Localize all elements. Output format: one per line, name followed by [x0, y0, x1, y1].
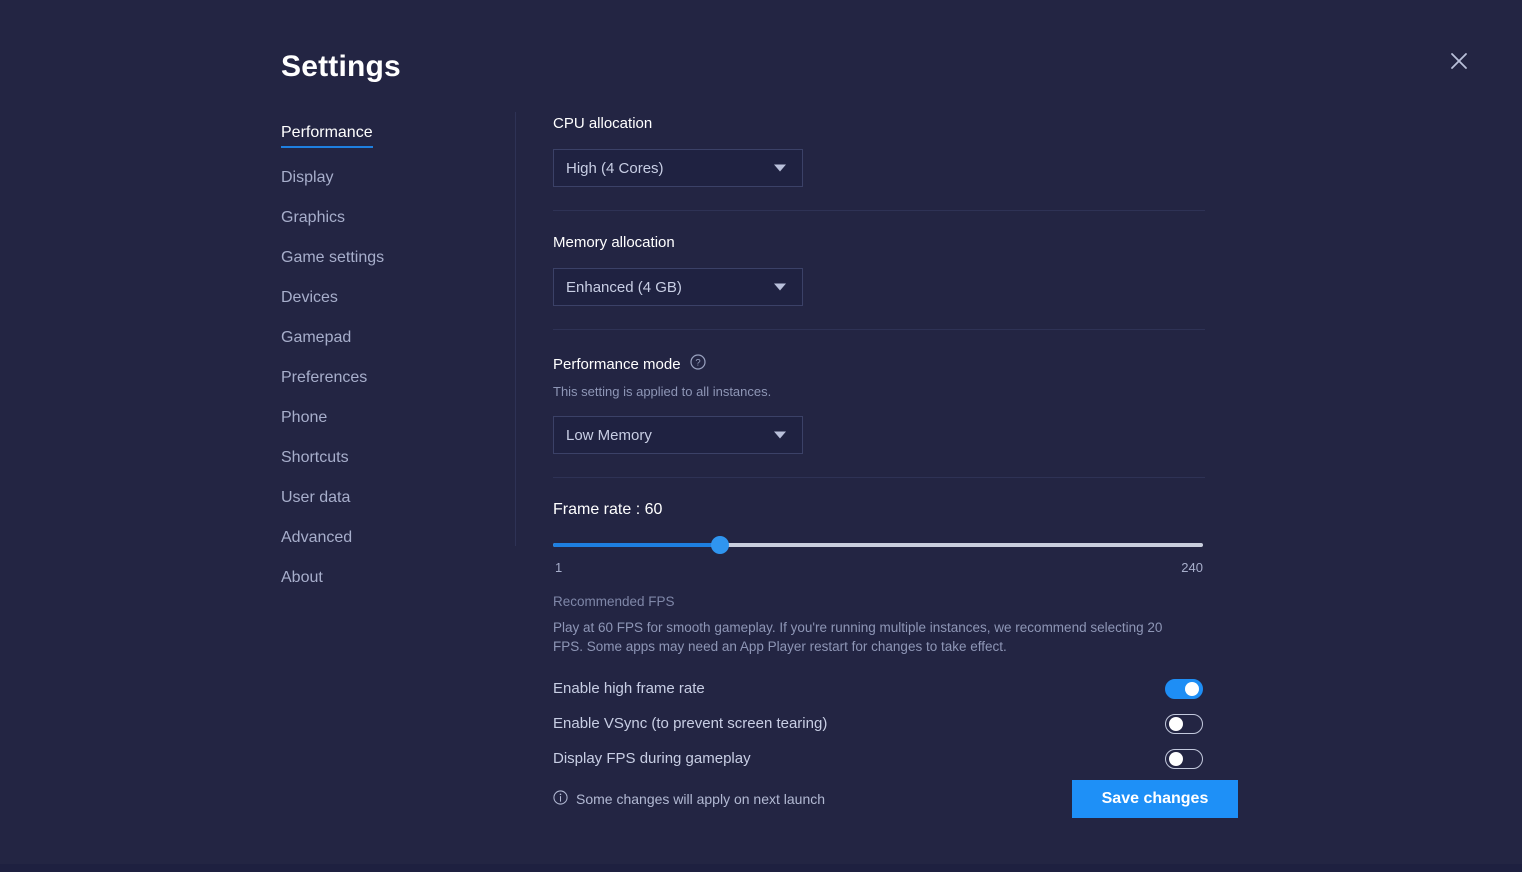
frame-rate-slider[interactable]	[553, 537, 1203, 553]
sidebar-item-shortcuts[interactable]: Shortcuts	[281, 450, 349, 468]
toggle-knob	[1169, 717, 1183, 731]
memory-allocation-value: Enhanced (4 GB)	[566, 279, 682, 296]
help-circle-icon[interactable]: ?	[690, 354, 706, 375]
close-icon[interactable]	[1443, 45, 1475, 77]
sidebar-separator	[515, 112, 516, 546]
settings-window: Settings Performance Display Graphics Ga…	[0, 0, 1522, 872]
toggle-high-frame-rate[interactable]	[1165, 679, 1203, 699]
settings-footer: Some changes will apply on next launch S…	[553, 780, 1238, 818]
sidebar-item-phone[interactable]: Phone	[281, 410, 327, 428]
sidebar-item-preferences[interactable]: Preferences	[281, 370, 367, 388]
footer-note-text: Some changes will apply on next launch	[576, 791, 825, 807]
frame-rate-label: Frame rate : 60	[553, 502, 1205, 518]
toggle-display-fps[interactable]	[1165, 749, 1203, 769]
bottom-strip	[0, 864, 1522, 872]
save-changes-button[interactable]: Save changes	[1072, 780, 1238, 818]
cpu-allocation-section: CPU allocation High (4 Cores)	[553, 116, 1205, 210]
toggle-list: Enable high frame rate Enable VSync (to …	[553, 671, 1205, 776]
chevron-down-icon	[774, 432, 786, 439]
cpu-allocation-value: High (4 Cores)	[566, 160, 664, 177]
memory-allocation-dropdown[interactable]: Enhanced (4 GB)	[553, 268, 803, 306]
sidebar-item-performance[interactable]: Performance	[281, 125, 373, 148]
memory-allocation-label: Memory allocation	[553, 235, 1205, 250]
svg-text:?: ?	[695, 358, 700, 369]
sidebar-item-about[interactable]: About	[281, 570, 323, 588]
sidebar-item-game-settings[interactable]: Game settings	[281, 250, 384, 268]
toggle-knob	[1169, 752, 1183, 766]
toggle-vsync[interactable]	[1165, 714, 1203, 734]
sidebar-item-devices[interactable]: Devices	[281, 290, 338, 308]
slider-max-label: 240	[1181, 560, 1203, 575]
settings-content: CPU allocation High (4 Cores) Memory all…	[553, 116, 1205, 776]
sidebar-item-advanced[interactable]: Advanced	[281, 530, 352, 548]
chevron-down-icon	[774, 165, 786, 172]
toggle-row-display-fps: Display FPS during gameplay	[553, 741, 1203, 776]
performance-mode-dropdown[interactable]: Low Memory	[553, 416, 803, 454]
slider-fill	[553, 543, 719, 547]
toggle-knob	[1185, 682, 1199, 696]
cpu-allocation-label: CPU allocation	[553, 116, 1205, 131]
chevron-down-icon	[774, 284, 786, 291]
sidebar-item-graphics[interactable]: Graphics	[281, 210, 345, 228]
slider-thumb[interactable]	[711, 536, 729, 554]
sidebar-item-display[interactable]: Display	[281, 170, 333, 188]
performance-mode-note: This setting is applied to all instances…	[553, 385, 1205, 398]
toggle-label: Enable VSync (to prevent screen tearing)	[553, 715, 827, 732]
footer-note: Some changes will apply on next launch	[553, 790, 825, 808]
performance-mode-section: Performance mode ? This setting is appli…	[553, 330, 1205, 477]
toggle-row-vsync: Enable VSync (to prevent screen tearing)	[553, 706, 1203, 741]
performance-mode-label: Performance mode	[553, 357, 681, 372]
recommended-fps-body: Play at 60 FPS for smooth gameplay. If y…	[553, 618, 1185, 658]
info-circle-icon	[553, 790, 568, 808]
memory-allocation-section: Memory allocation Enhanced (4 GB)	[553, 211, 1205, 329]
cpu-allocation-dropdown[interactable]: High (4 Cores)	[553, 149, 803, 187]
toggle-label: Display FPS during gameplay	[553, 750, 751, 767]
toggle-row-high-frame-rate: Enable high frame rate	[553, 671, 1203, 706]
slider-min-label: 1	[555, 560, 562, 575]
page-title: Settings	[281, 50, 401, 84]
recommended-fps-title: Recommended FPS	[553, 595, 1205, 609]
settings-sidebar: Performance Display Graphics Game settin…	[281, 124, 496, 609]
performance-mode-value: Low Memory	[566, 427, 652, 444]
frame-rate-section: Frame rate : 60 1 240 Recommended FPS Pl…	[553, 478, 1205, 776]
slider-scale: 1 240	[553, 560, 1203, 576]
toggle-label: Enable high frame rate	[553, 680, 705, 697]
sidebar-item-user-data[interactable]: User data	[281, 490, 350, 508]
sidebar-item-gamepad[interactable]: Gamepad	[281, 330, 351, 348]
